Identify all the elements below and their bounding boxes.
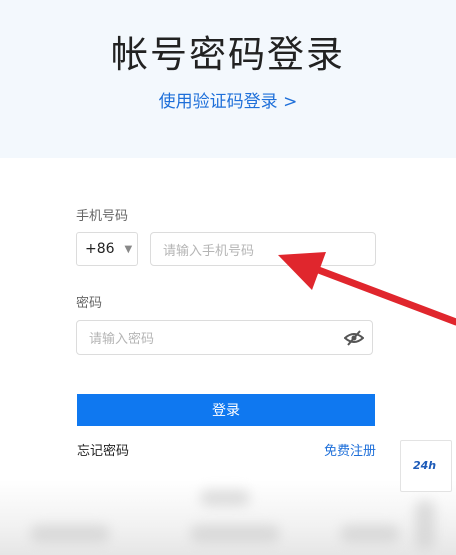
blurred-item: [415, 500, 435, 550]
caret-down-icon: ▼: [124, 243, 133, 255]
phone-input[interactable]: 请输入手机号码: [150, 232, 376, 266]
header-panel: 帐号密码登录 使用验证码登录 >: [0, 0, 456, 158]
blurred-item: [340, 525, 400, 543]
blurred-item: [30, 525, 110, 543]
forgot-password-link[interactable]: 忘记密码: [77, 440, 129, 459]
login-page: 帐号密码登录 使用验证码登录 > 手机号码 +86 ▼ 请输入手机号码 密码 请…: [0, 0, 456, 555]
blurred-item: [190, 525, 280, 543]
blurred-item: [200, 490, 250, 506]
country-code-value: +86: [85, 241, 115, 257]
password-label: 密码: [76, 296, 103, 311]
page-title: 帐号密码登录: [111, 33, 345, 76]
eye-hidden-icon[interactable]: [344, 329, 364, 347]
country-code-select[interactable]: +86 ▼: [76, 232, 138, 266]
support-24h-icon: 24h: [413, 459, 437, 472]
password-input[interactable]: 请输入密码: [76, 320, 373, 355]
support-widget[interactable]: 24h: [400, 440, 452, 492]
password-input-placeholder: 请输入密码: [89, 332, 155, 347]
blurred-footer: [0, 480, 456, 555]
register-link[interactable]: 免费注册: [324, 440, 376, 459]
login-button[interactable]: 登录: [77, 394, 375, 426]
phone-input-placeholder: 请输入手机号码: [163, 243, 255, 259]
switch-to-sms-login-link[interactable]: 使用验证码登录 >: [0, 87, 456, 112]
phone-label: 手机号码: [76, 209, 129, 224]
